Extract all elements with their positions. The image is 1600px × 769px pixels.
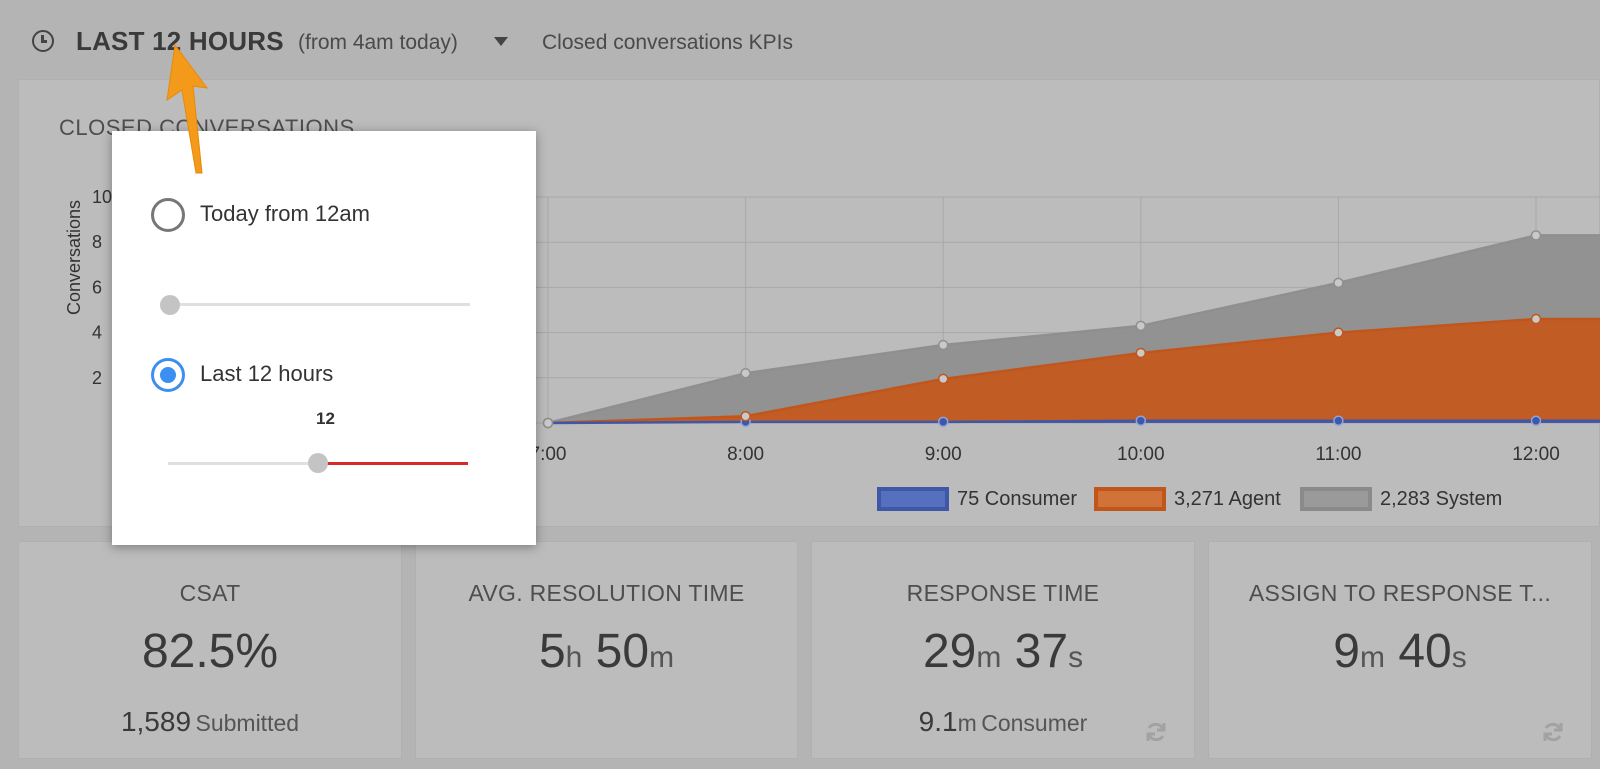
legend-label: 3,271 Agent: [1174, 487, 1281, 510]
y-tick-label: 4: [92, 323, 102, 343]
refresh-icon[interactable]: [1541, 720, 1565, 744]
kpi-card-assign-to-response-time: ASSIGN TO RESPONSE T... 9m 40s: [1208, 541, 1592, 759]
point-consumer: [937, 416, 949, 428]
kpi-card-avg-resolution-time: AVG. RESOLUTION TIME 5h 50m: [415, 541, 798, 759]
x-tick-label: 8:00: [727, 444, 764, 465]
point-system: [1333, 277, 1344, 289]
point-agent: [937, 373, 949, 385]
x-tick-label: 12:00: [1512, 444, 1560, 465]
kpi-value: 29m 37s: [922, 625, 1084, 678]
radio-today[interactable]: [151, 198, 185, 232]
kpi-footer-unit: m: [957, 710, 977, 736]
point-system: [937, 339, 949, 351]
kpi-card-csat: CSAT 82.5% 1,589 Submitted: [18, 541, 402, 759]
refresh-icon[interactable]: [1144, 720, 1168, 744]
hours-slider-value: 12: [316, 409, 335, 428]
kpi-title: AVG. RESOLUTION TIME: [468, 580, 745, 606]
point-agent: [1135, 347, 1147, 359]
x-tick-label: 9:00: [925, 444, 962, 465]
kpi-value: 9m 40s: [1333, 625, 1467, 678]
kpi-footer-label: Submitted: [195, 710, 300, 736]
hours-slider-fill: [318, 462, 468, 465]
point-agent: [740, 410, 751, 422]
point-consumer: [1530, 415, 1542, 426]
kpi-footer-number: 1,589: [120, 706, 192, 737]
y-tick-label: 2: [92, 368, 102, 388]
kpi-title: ASSIGN TO RESPONSE T...: [1248, 580, 1552, 606]
x-tick-label: 10:00: [1117, 444, 1165, 465]
point-system: [542, 417, 554, 429]
y-tick-label: 10: [92, 187, 112, 207]
today-slider-track[interactable]: [170, 303, 470, 306]
kpi-card-response-time: RESPONSE TIME 29m 37s 9.1m Consumer: [811, 541, 1195, 759]
point-system: [1135, 320, 1147, 332]
time-range-dropdown: Today from 12am Last 12 hours 12: [112, 131, 536, 545]
radio-last-hours[interactable]: [151, 358, 185, 392]
legend-label: 2,283 System: [1380, 487, 1503, 510]
kpi-value: 82.5%: [141, 625, 279, 678]
point-agent: [1333, 327, 1344, 338]
point-system: [1530, 230, 1542, 241]
legend-label: 75 Consumer: [957, 487, 1078, 510]
kpi-title: RESPONSE TIME: [906, 580, 1100, 606]
point-system: [740, 368, 751, 379]
radio-today-label[interactable]: Today from 12am: [200, 201, 370, 227]
point-agent: [1530, 313, 1542, 325]
kpi-footer: 1,589 Submitted: [19, 706, 401, 738]
hours-slider-thumb[interactable]: [308, 453, 328, 473]
radio-last-hours-label[interactable]: Last 12 hours: [200, 361, 333, 387]
today-slider-thumb[interactable]: [160, 295, 180, 315]
y-tick-label: 8: [92, 232, 102, 252]
kpi-footer-label: Consumer: [981, 710, 1088, 736]
legend-swatch: [1300, 487, 1372, 511]
legend-swatch: [1094, 487, 1166, 511]
legend-item-consumer[interactable]: 75 Consumer: [877, 486, 1077, 512]
kpi-value: 5h 50m: [538, 625, 675, 678]
legend-item-agent[interactable]: 3,271 Agent: [1094, 486, 1281, 512]
y-axis-title: Conversations: [64, 199, 84, 315]
x-tick-label: 11:00: [1315, 444, 1361, 465]
kpi-title: CSAT: [179, 580, 241, 606]
legend-item-system[interactable]: 2,283 System: [1300, 486, 1502, 512]
legend-swatch: [877, 487, 949, 511]
kpi-footer-number: 9.1: [918, 706, 958, 737]
y-tick-label: 6: [92, 277, 102, 297]
kpi-footer: 9.1m Consumer: [812, 706, 1194, 738]
pointer-arrow-icon: [166, 43, 209, 174]
point-consumer: [1135, 415, 1147, 426]
point-consumer: [1333, 415, 1344, 426]
